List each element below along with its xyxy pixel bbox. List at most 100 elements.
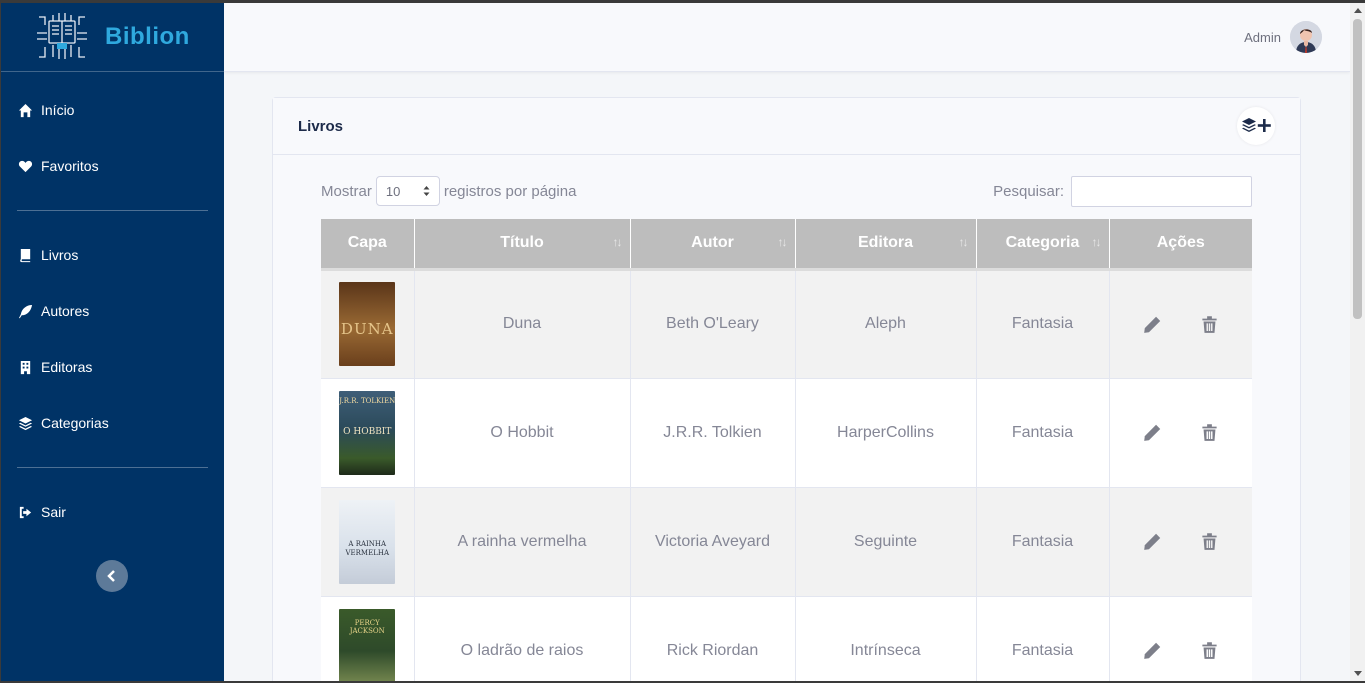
column-header-titulo[interactable]: Título ↑↓	[414, 219, 631, 271]
table-row: J.R.R. TOLKIEN O HOBBIT O Hobbit J.R.R. …	[321, 378, 1252, 488]
title-cell: O ladrão de raios	[414, 596, 631, 681]
scroll-down-arrow-icon[interactable]	[1354, 671, 1362, 676]
books-card: Livros Mostrar 10 registros por página P…	[272, 97, 1301, 681]
book-cover-image: J.R.R. TOLKIEN O HOBBIT	[339, 390, 396, 475]
title-cell: O Hobbit	[414, 378, 631, 488]
cover-cell: PERCY JACKSON	[321, 596, 415, 681]
title-cell: A rainha vermelha	[414, 487, 631, 597]
page-length-control: Mostrar 10 registros por página	[321, 175, 576, 207]
scrollbar-thumb[interactable]	[1353, 19, 1362, 319]
search-input[interactable]	[1071, 175, 1252, 207]
home-icon	[17, 102, 33, 118]
table-header-row: Capa Título ↑↓ Autor ↑↓ Editora ↑↓ Categori…	[321, 219, 1252, 271]
delete-button[interactable]	[1200, 315, 1219, 334]
category-cell: Fantasia	[976, 487, 1110, 597]
cover-cell: J.R.R. TOLKIEN O HOBBIT	[321, 378, 415, 488]
sidebar-item-label: Sair	[41, 504, 66, 520]
edit-button[interactable]	[1143, 315, 1162, 334]
sidebar-item-favoritos[interactable]: Favoritos	[1, 138, 224, 194]
search-label: Pesquisar:	[993, 182, 1064, 200]
scrollbar[interactable]	[1350, 3, 1365, 681]
author-cell: J.R.R. Tolkien	[630, 378, 796, 488]
logo-icon	[37, 13, 87, 59]
pencil-icon	[1143, 424, 1160, 441]
card-header: Livros	[273, 98, 1300, 155]
category-cell: Fantasia	[976, 596, 1110, 681]
sidebar-item-label: Favoritos	[41, 158, 99, 174]
sidebar-item-label: Categorias	[41, 415, 109, 431]
show-label: Mostrar	[321, 182, 372, 200]
author-cell: Victoria Aveyard	[630, 487, 796, 597]
category-cell: Fantasia	[976, 378, 1110, 488]
sidebar-item-sair[interactable]: Sair	[1, 484, 224, 540]
scroll-up-arrow-icon[interactable]	[1354, 8, 1362, 13]
per-page-label: registros por página	[443, 182, 577, 200]
book-cover-image: DUNA	[339, 282, 396, 366]
user-avatar-icon	[1290, 21, 1322, 53]
layer-plus-icon	[1242, 118, 1271, 132]
add-book-button[interactable]	[1237, 107, 1275, 145]
actions-cell	[1109, 487, 1252, 597]
actions-cell	[1109, 269, 1252, 379]
cover-cell: A RAINHA VERMELHA	[321, 487, 415, 597]
column-header-editora[interactable]: Editora ↑↓	[795, 219, 977, 271]
sidebar-item-editoras[interactable]: Editoras	[1, 339, 224, 395]
edit-button[interactable]	[1143, 423, 1162, 442]
sidebar-item-label: Autores	[41, 303, 90, 319]
table-controls: Mostrar 10 registros por página Pesquisa…	[321, 175, 1252, 207]
sign-out-icon	[17, 504, 33, 520]
author-cell: Rick Riordan	[630, 596, 796, 681]
sidebar: Biblion Início Favoritos Livros Autores	[1, 3, 224, 681]
publisher-cell: HarperCollins	[795, 378, 977, 488]
sort-arrows-icon	[423, 186, 430, 196]
sidebar-item-livros[interactable]: Livros	[1, 227, 224, 283]
user-name: Admin	[1244, 29, 1281, 45]
brand[interactable]: Biblion	[1, 3, 224, 72]
column-header-categoria[interactable]: Categoria ↑↓	[976, 219, 1110, 271]
chevron-left-icon	[107, 570, 115, 582]
app-window: Biblion Início Favoritos Livros Autores	[1, 3, 1350, 681]
layers-icon	[17, 415, 33, 431]
building-icon	[17, 359, 33, 375]
column-header-autor[interactable]: Autor ↑↓	[630, 219, 796, 271]
sort-icon: ↑↓	[1091, 235, 1102, 249]
actions-cell	[1109, 378, 1252, 488]
column-header-acoes: Ações	[1109, 219, 1252, 271]
topbar: Admin	[224, 3, 1350, 72]
search-control: Pesquisar:	[993, 175, 1252, 207]
column-header-capa: Capa	[321, 219, 415, 271]
sort-icon: ↑↓	[612, 235, 623, 249]
table-row: PERCY JACKSON O ladrão de raios Rick Rio…	[321, 596, 1252, 681]
user-menu[interactable]: Admin	[1244, 21, 1322, 53]
delete-button[interactable]	[1200, 423, 1219, 442]
trash-icon	[1202, 424, 1217, 441]
page-length-select[interactable]: 10	[375, 176, 440, 206]
trash-icon	[1202, 315, 1217, 333]
actions-cell	[1109, 596, 1252, 681]
sidebar-item-label: Livros	[41, 247, 79, 263]
sidebar-toggle-button[interactable]	[96, 560, 128, 592]
feather-icon	[17, 303, 33, 319]
heart-icon	[17, 158, 33, 174]
pencil-icon	[1143, 642, 1160, 659]
sort-icon: ↑↓	[777, 235, 788, 249]
trash-icon	[1202, 642, 1217, 659]
brand-name: Biblion	[105, 23, 190, 50]
delete-button[interactable]	[1200, 641, 1219, 660]
avatar[interactable]	[1290, 21, 1322, 53]
sidebar-item-inicio[interactable]: Início	[1, 82, 224, 138]
book-icon	[17, 247, 33, 263]
table-row: A RAINHA VERMELHA A rainha vermelha Vict…	[321, 487, 1252, 597]
category-cell: Fantasia	[976, 269, 1110, 379]
books-table: Capa Título ↑↓ Autor ↑↓ Editora ↑↓ Categori…	[321, 219, 1252, 681]
delete-button[interactable]	[1200, 532, 1219, 551]
edit-button[interactable]	[1143, 641, 1162, 660]
sort-icon: ↑↓	[958, 235, 969, 249]
page-length-value: 10	[385, 183, 401, 199]
card-title: Livros	[298, 117, 344, 135]
author-cell: Beth O'Leary	[630, 269, 796, 379]
sidebar-item-categorias[interactable]: Categorias	[1, 395, 224, 451]
edit-button[interactable]	[1143, 532, 1162, 551]
sidebar-item-autores[interactable]: Autores	[1, 283, 224, 339]
trash-icon	[1202, 533, 1217, 550]
